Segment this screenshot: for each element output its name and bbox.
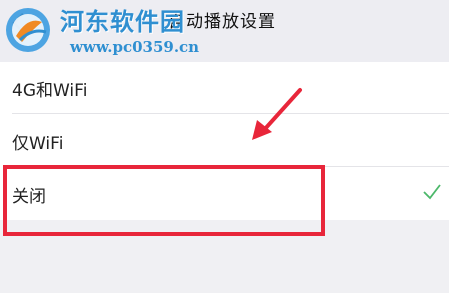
- checkmark-icon: [423, 184, 441, 200]
- annotation-highlight-box: [3, 165, 325, 236]
- option-label: 仅WiFi: [12, 134, 64, 154]
- option-wifi-only[interactable]: 仅WiFi: [0, 115, 449, 167]
- option-4g-wifi[interactable]: 4G和WiFi: [0, 62, 449, 114]
- divider: [12, 113, 449, 114]
- watermark-title: 河东软件园: [60, 7, 185, 36]
- option-label: 4G和WiFi: [12, 81, 88, 101]
- watermark-url: www.pc0359.cn: [70, 38, 200, 56]
- navigation-header: 自动播放设置 河东软件园 www.pc0359.cn: [0, 0, 449, 62]
- hedong-logo-icon: [6, 8, 50, 52]
- annotation-arrow-icon: [252, 88, 302, 140]
